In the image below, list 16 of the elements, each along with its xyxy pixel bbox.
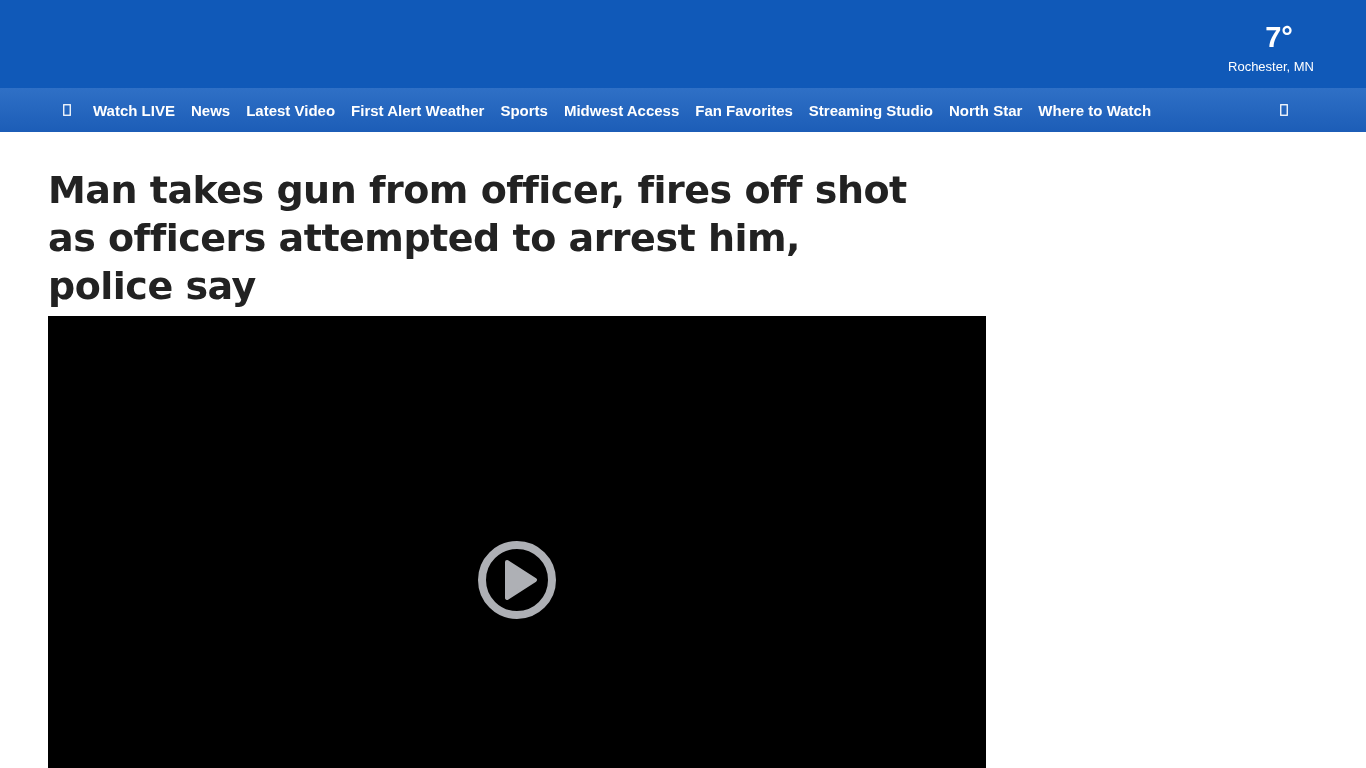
article-headline: Man takes gun from officer, fires off shot as officers attempted to arrest him, police say bbox=[48, 167, 908, 310]
nav-link[interactable]: Fan Favorites bbox=[695, 101, 793, 119]
nav-link[interactable]: Streaming Studio bbox=[808, 101, 933, 119]
nav-link[interactable]: Midwest Access bbox=[563, 101, 680, 119]
nav-link[interactable]: News bbox=[190, 101, 231, 119]
box-icon bbox=[63, 104, 71, 116]
nav-link[interactable]: Where to Watch bbox=[1038, 101, 1152, 119]
play-icon[interactable] bbox=[477, 540, 557, 620]
nav-link[interactable]: Latest Video bbox=[246, 101, 336, 119]
nav-link[interactable]: First Alert Weather bbox=[351, 101, 485, 119]
temperature[interactable]: 7° bbox=[1249, 20, 1293, 54]
nav-link[interactable]: Watch LIVE bbox=[93, 101, 175, 119]
location-label[interactable]: Rochester, MN bbox=[1228, 59, 1314, 74]
nav-link[interactable]: North Star bbox=[949, 101, 1023, 119]
nav-link[interactable]: Sports bbox=[500, 101, 548, 119]
box-icon bbox=[1280, 104, 1288, 116]
